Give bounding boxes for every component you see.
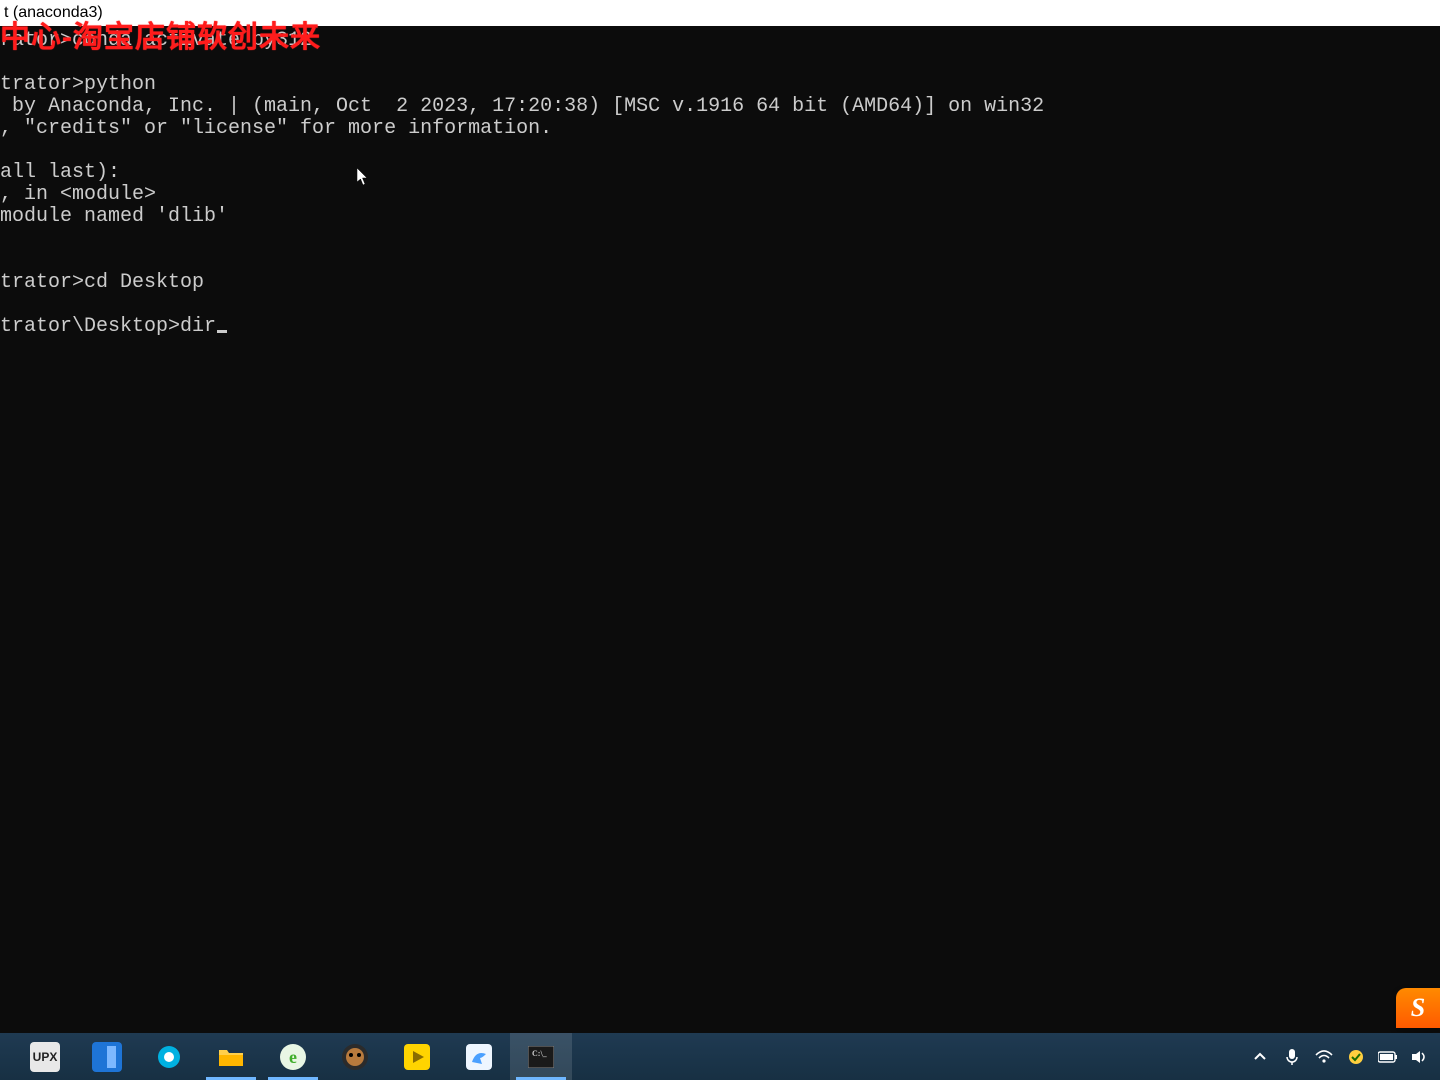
taskbar: UPX e C:\_: [0, 1033, 1440, 1080]
terminal-line: [0, 140, 1440, 162]
taskbar-button-file-explorer[interactable]: [200, 1033, 262, 1080]
terminal-line: all last):: [0, 162, 1440, 184]
terminal-line: [0, 228, 1440, 250]
player-icon: [402, 1042, 432, 1072]
terminal-line: rator>conda activate py312: [0, 30, 1440, 52]
terminal-line: trator>python: [0, 74, 1440, 96]
svg-text:C:\_: C:\_: [532, 1049, 548, 1058]
cmd-icon: C:\_: [526, 1042, 556, 1072]
terminal-line: module named 'dlib': [0, 206, 1440, 228]
taskbar-button-upx[interactable]: UPX: [14, 1033, 76, 1080]
taskbar-button-cmd[interactable]: C:\_: [510, 1033, 572, 1080]
microphone-icon[interactable]: [1282, 1047, 1302, 1067]
app-teal-icon: [154, 1042, 184, 1072]
terminal-line: [0, 294, 1440, 316]
terminal-line: trator>cd Desktop: [0, 272, 1440, 294]
browser-360-icon: e: [278, 1042, 308, 1072]
svg-text:e: e: [289, 1047, 297, 1067]
app-bird-icon: [464, 1042, 494, 1072]
taskbar-apps: UPX e C:\_: [14, 1033, 572, 1080]
terminal-line: [0, 52, 1440, 74]
ime-badge-label: S: [1411, 993, 1425, 1023]
taskbar-button-app-blue[interactable]: [76, 1033, 138, 1080]
upx-icon: UPX: [30, 1042, 60, 1072]
battery-icon[interactable]: [1378, 1047, 1398, 1067]
chevron-up-icon[interactable]: [1250, 1047, 1270, 1067]
taskbar-button-player[interactable]: [386, 1033, 448, 1080]
terminal-line: , in <module>: [0, 184, 1440, 206]
terminal-line: by Anaconda, Inc. | (main, Oct 2 2023, 1…: [0, 96, 1440, 118]
taskbar-button-app-bird[interactable]: [448, 1033, 510, 1080]
terminal-output[interactable]: rator>conda activate py312trator>python …: [0, 26, 1440, 1033]
taskbar-button-app-teal[interactable]: [138, 1033, 200, 1080]
taskbar-button-browser-360[interactable]: e: [262, 1033, 324, 1080]
taskbar-button-app-face[interactable]: [324, 1033, 386, 1080]
file-explorer-icon: [216, 1042, 246, 1072]
app-face-icon: [340, 1042, 370, 1072]
cloud-icon[interactable]: [1346, 1047, 1366, 1067]
terminal-cursor: [217, 330, 227, 333]
ime-badge[interactable]: S: [1396, 988, 1440, 1028]
terminal-line: [0, 250, 1440, 272]
window-titlebar[interactable]: t (anaconda3): [0, 0, 1440, 26]
terminal-line: trator\Desktop>dir: [0, 316, 1440, 338]
window-title: t (anaconda3): [4, 4, 103, 21]
system-tray: [1250, 1033, 1440, 1080]
wifi-icon[interactable]: [1314, 1047, 1334, 1067]
terminal-line: , "credits" or "license" for more inform…: [0, 118, 1440, 140]
app-blue-icon: [92, 1042, 122, 1072]
volume-icon[interactable]: [1410, 1047, 1430, 1067]
